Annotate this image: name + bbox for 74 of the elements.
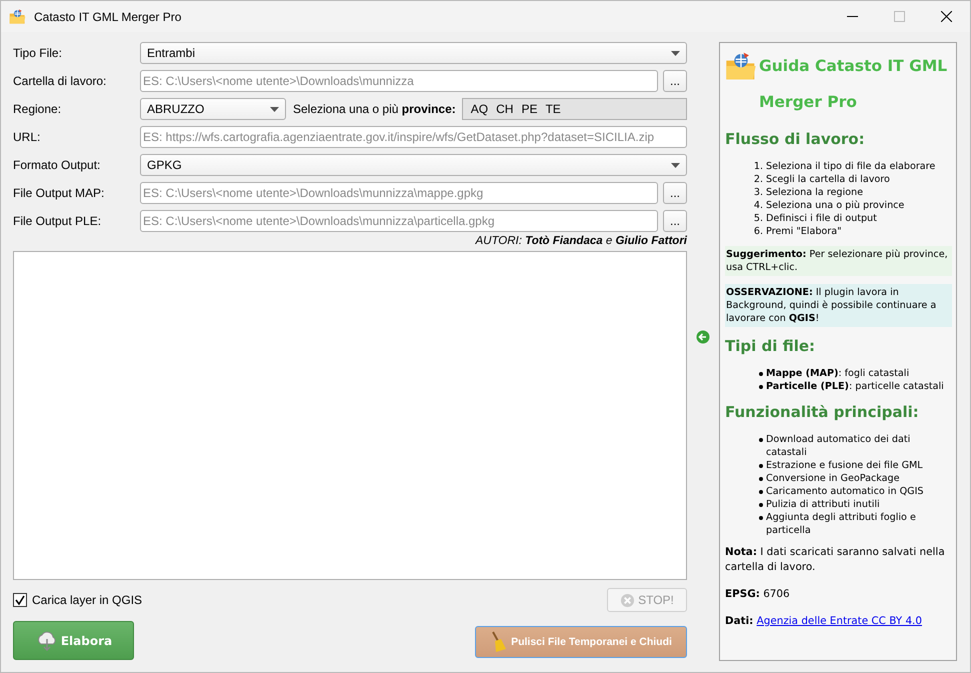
input-field[interactable]: ES: https://wfs.cartografia.agenziaentrate.gov.it/inspire/wfs/GetDataset.php?dataset=SICILIA.zip xyxy=(140,126,687,148)
list-item: Estrazione e fusione dei file GML xyxy=(766,459,923,472)
bullet-icon xyxy=(759,464,763,468)
list-item: Definisci i file di output xyxy=(766,212,877,225)
caret-icon xyxy=(270,106,279,112)
browse-button[interactable]: ... xyxy=(663,182,687,204)
input-field[interactable]: ES: C:\Users\<nome utente>\Downloads\munnizza\mappe.gpkg xyxy=(140,182,658,204)
folder-globe-icon xyxy=(725,50,757,82)
field-label: Formato Output: xyxy=(13,158,102,172)
section-heading: Funzionalità principali: xyxy=(725,403,920,421)
list-number: 1. xyxy=(752,160,763,173)
list-item: Seleziona il tipo di file da elaborare xyxy=(766,160,936,173)
list-number: 2. xyxy=(752,173,763,186)
list-item: Download automatico dei dati catastali xyxy=(766,433,912,459)
maximize-icon xyxy=(894,11,905,22)
bullet-icon xyxy=(759,490,763,494)
input-field[interactable]: ES: C:\Users\<nome utente>\Downloads\munnizza xyxy=(140,70,658,92)
list-item: Scegli la cartella di lavoro xyxy=(766,173,890,186)
paragraph: Nota: I dati scaricati saranno salvati nella cartella di lavoro. xyxy=(725,545,946,575)
guide-title: Guida Catasto IT GML Merger Pro xyxy=(759,56,948,113)
browse-button[interactable]: ... xyxy=(663,210,687,232)
list-number: 4. xyxy=(752,199,763,212)
list-item: Premi "Elabora" xyxy=(766,225,842,238)
list-item: Particelle (PLE): particelle catastali xyxy=(766,380,944,393)
checkbox[interactable] xyxy=(13,593,27,607)
province-item[interactable]: CH xyxy=(492,102,518,116)
close-icon[interactable] xyxy=(941,11,952,22)
caret-icon xyxy=(671,50,680,56)
section-heading: Tipi di file: xyxy=(725,337,816,355)
list-item: Aggiunta degli attributi foglio e particella xyxy=(766,511,917,537)
list-number: 3. xyxy=(752,186,763,199)
data-label: Dati: xyxy=(725,615,754,627)
authors-text: AUTORI: Totò Fiandaca e Giulio Fattori xyxy=(475,235,687,247)
province-item[interactable]: TE xyxy=(541,102,565,116)
checkbox-label: Carica layer in QGIS xyxy=(32,593,142,607)
bullet-icon xyxy=(759,372,763,376)
field-label: Regione: xyxy=(13,102,62,116)
dropdown[interactable]: Entrambi xyxy=(140,42,687,64)
bullet-icon xyxy=(759,503,763,507)
field-label: Cartella di lavoro: xyxy=(13,74,108,88)
folder-globe-icon xyxy=(9,8,26,25)
field-label: URL: xyxy=(13,130,42,144)
collapse-arrow-icon[interactable] xyxy=(696,330,710,344)
bullet-icon xyxy=(759,385,763,389)
input-field[interactable]: ES: C:\Users\<nome utente>\Downloads\munnizza\particella.gpkg xyxy=(140,210,658,232)
list-item: Pulizia di attributi inutili xyxy=(766,498,880,511)
bullet-icon xyxy=(759,477,763,481)
bullet-icon xyxy=(759,516,763,520)
dropdown[interactable]: ABRUZZO xyxy=(140,98,286,120)
list-item: Caricamento automatico in QGIS xyxy=(766,485,924,498)
province-item[interactable]: PE xyxy=(517,102,542,116)
window-title: Catasto IT GML Merger Pro xyxy=(34,10,182,24)
provinces-label: Seleziona una o più province: xyxy=(293,102,456,116)
list-item: Mappe (MAP): fogli catastali xyxy=(766,367,910,380)
caret-icon xyxy=(671,162,680,168)
note-box: Suggerimento: Per selezionare più province, usa CTRL+clic. xyxy=(725,246,952,276)
stop-icon xyxy=(620,592,636,608)
bullet-icon xyxy=(759,438,763,442)
list-item: Conversione in GeoPackage xyxy=(766,472,900,485)
list-number: 5. xyxy=(752,212,763,225)
list-item: Seleziona la regione xyxy=(766,186,863,199)
dropdown[interactable]: GPKG xyxy=(140,154,687,176)
broom-icon xyxy=(490,631,508,653)
field-label: File Output MAP: xyxy=(13,186,106,200)
note-box: OSSERVAZIONE: Il plugin lavora in Background, quindi è possibile continuare a lavorare con QGIS! xyxy=(725,284,952,327)
list-number: 6. xyxy=(752,225,763,238)
browse-button[interactable]: ... xyxy=(663,70,687,92)
section-heading: Flusso di lavoro: xyxy=(725,130,866,148)
license-link[interactable]: Agenzia delle Entrate CC BY 4.0 xyxy=(756,615,922,627)
paragraph: EPSG: 6706 xyxy=(725,587,791,602)
province-item[interactable]: AQ xyxy=(466,102,492,116)
list-item: Seleziona una o più province xyxy=(766,199,904,212)
field-label: Tipo File: xyxy=(13,46,63,60)
field-label: File Output PLE: xyxy=(13,214,102,228)
